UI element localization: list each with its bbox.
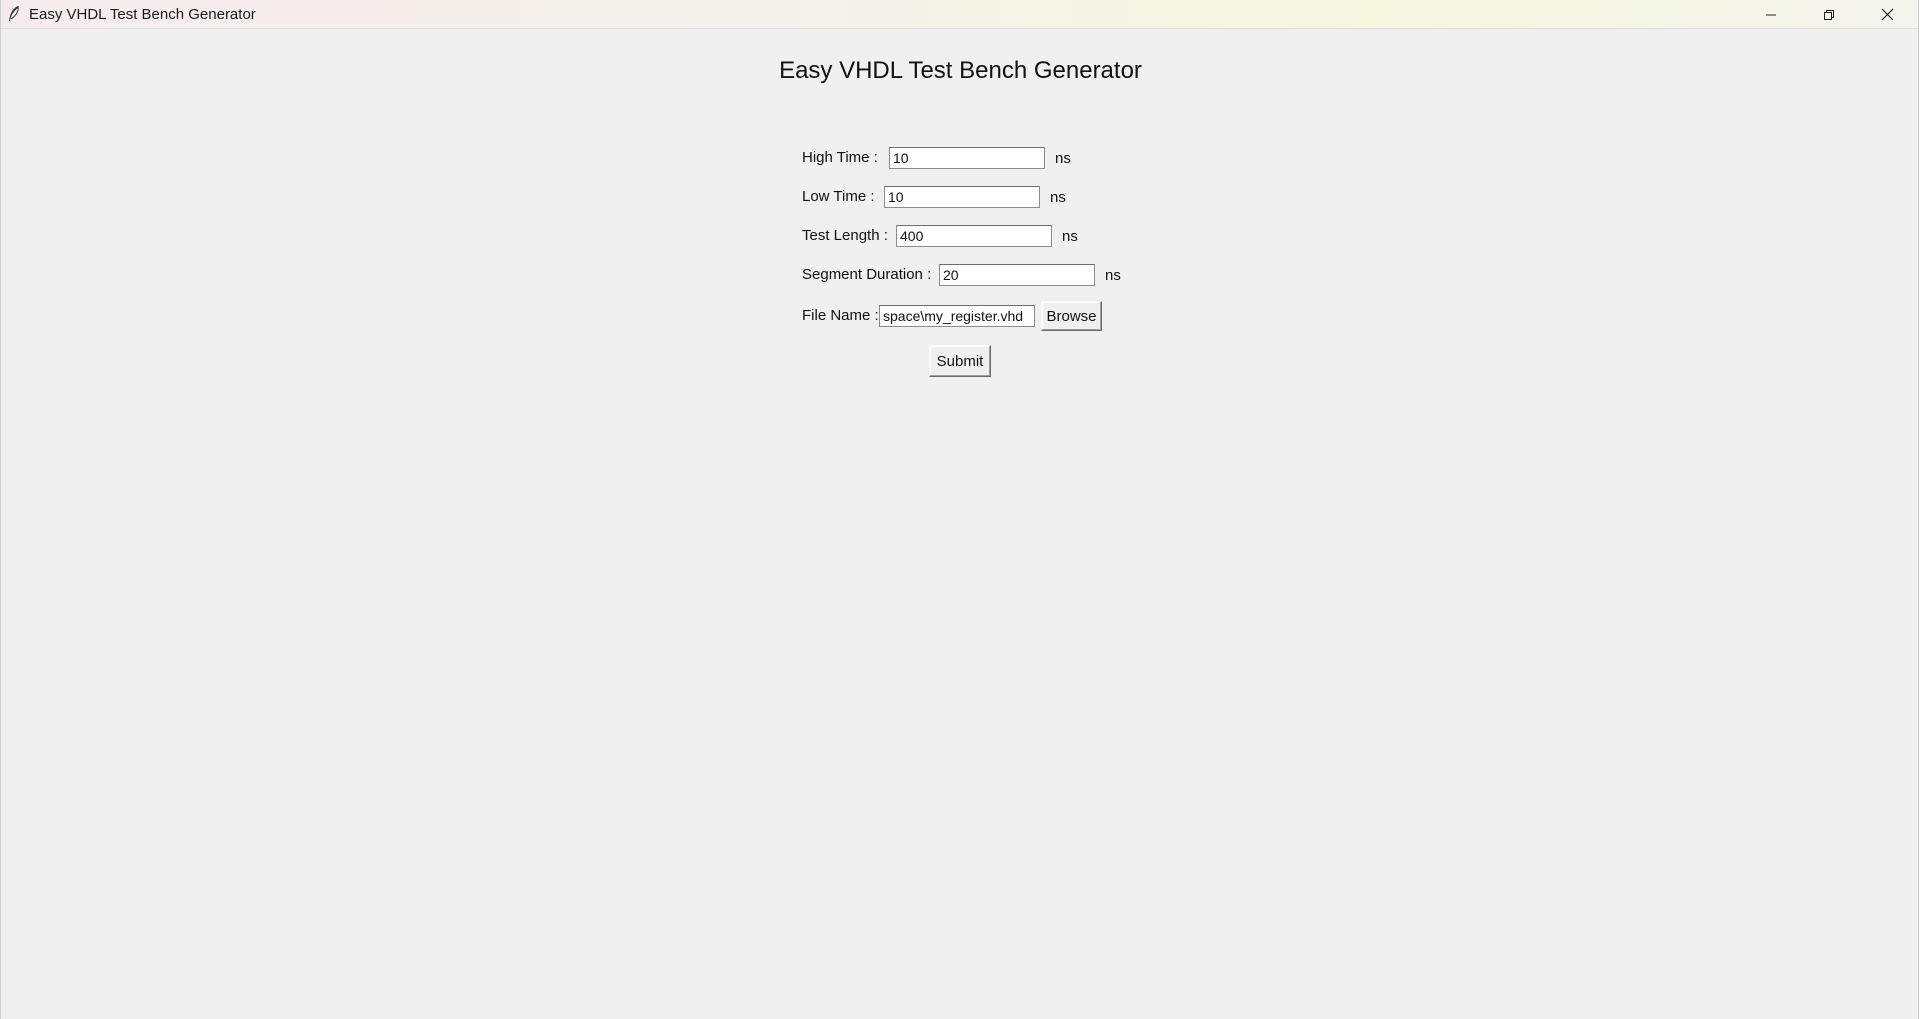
restore-button[interactable] [1800,0,1858,29]
low-time-input[interactable] [884,186,1040,208]
browse-button[interactable]: Browse [1041,301,1102,331]
window-title: Easy VHDL Test Bench Generator [29,6,256,23]
high-time-input[interactable] [889,147,1045,169]
low-time-label: Low Time : [802,188,875,205]
minimize-icon [1765,9,1777,21]
test-length-unit: ns [1062,228,1078,245]
file-name-label: File Name : [802,307,879,324]
minimize-button[interactable] [1742,0,1800,29]
file-name-input[interactable] [879,305,1035,327]
main-content: Easy VHDL Test Bench Generator High Time… [1,29,1918,1019]
high-time-unit: ns [1055,150,1071,167]
segment-duration-input[interactable] [939,264,1095,286]
restore-icon [1823,9,1835,21]
page-title: Easy VHDL Test Bench Generator [779,57,1142,84]
feather-icon [7,5,21,23]
high-time-label: High Time : [802,149,878,166]
app-window: Easy VHDL Test Bench Generator Easy VHDL… [0,0,1919,1019]
test-length-input[interactable] [896,225,1052,247]
close-button[interactable] [1858,0,1916,29]
test-length-label: Test Length : [802,227,888,244]
close-icon [1881,8,1894,21]
title-bar[interactable]: Easy VHDL Test Bench Generator [1,0,1918,29]
low-time-unit: ns [1050,189,1066,206]
submit-button[interactable]: Submit [929,345,991,377]
segment-duration-unit: ns [1105,267,1121,284]
segment-duration-label: Segment Duration : [802,266,932,283]
